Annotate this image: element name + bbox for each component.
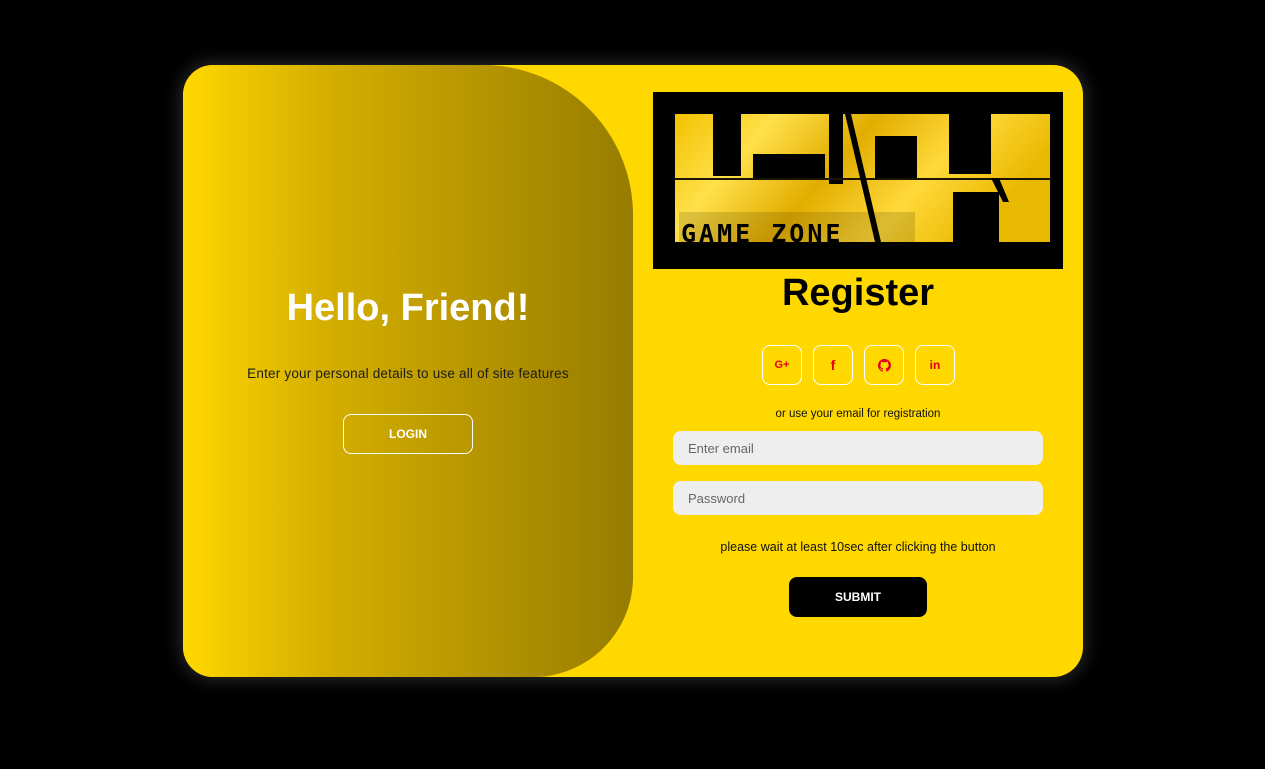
github-button[interactable]: [864, 345, 904, 385]
register-title: Register: [781, 272, 935, 314]
google-plus-button[interactable]: G+: [762, 345, 802, 385]
linkedin-icon: in: [929, 358, 941, 372]
facebook-button[interactable]: f: [813, 345, 853, 385]
welcome-text: Enter your personal details to use all o…: [247, 366, 569, 381]
social-login-group: G+ f in: [762, 345, 955, 385]
facebook-icon: f: [830, 357, 836, 373]
google-plus-icon: G+: [774, 359, 790, 371]
wait-notice: please wait at least 10sec after clickin…: [720, 540, 996, 554]
game-zone-logo: GAME ZONE: [653, 92, 1063, 269]
welcome-panel: Hello, Friend! Enter your personal detai…: [183, 65, 633, 677]
login-button[interactable]: LOGIN: [343, 414, 473, 454]
auth-card: Hello, Friend! Enter your personal detai…: [183, 65, 1083, 677]
github-icon: [877, 358, 891, 372]
alternative-registration-text: or use your email for registration: [775, 408, 941, 420]
email-field[interactable]: [673, 431, 1043, 465]
logo-caption: GAME ZONE: [681, 219, 843, 248]
welcome-title: Hello, Friend!: [286, 287, 530, 329]
password-field[interactable]: [673, 481, 1043, 515]
linkedin-button[interactable]: in: [915, 345, 955, 385]
submit-button[interactable]: SUBMIT: [789, 577, 927, 617]
